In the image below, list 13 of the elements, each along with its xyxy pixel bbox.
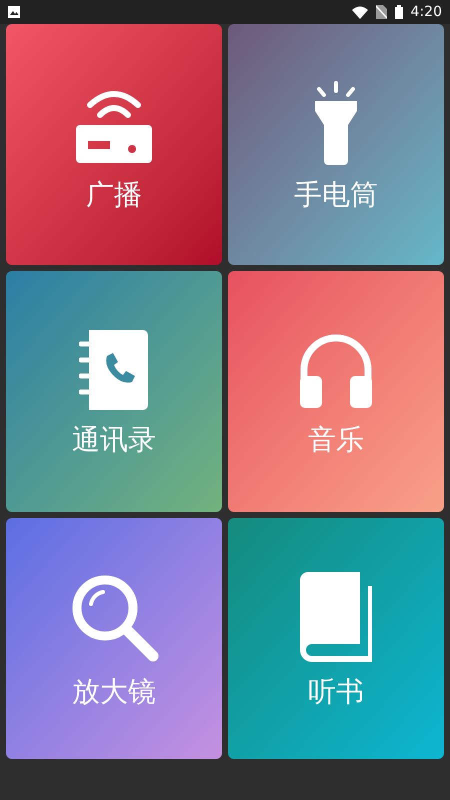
battery-icon <box>394 5 403 19</box>
address-book-icon <box>79 330 149 410</box>
app-tile[interactable]: 放大镜 <box>6 518 222 759</box>
wifi-icon <box>352 6 368 18</box>
app-tile[interactable]: 音乐 <box>228 271 444 512</box>
app-tile[interactable]: 通讯录 <box>6 271 222 512</box>
app-tile[interactable]: 听书 <box>228 518 444 759</box>
book-icon <box>300 572 372 662</box>
no-sim-icon <box>376 5 387 19</box>
app-tile[interactable]: 手电筒 <box>228 24 444 265</box>
image-icon <box>8 6 20 18</box>
status-time: 4:20 <box>410 2 442 22</box>
app-tile[interactable]: 广播 <box>6 24 222 265</box>
